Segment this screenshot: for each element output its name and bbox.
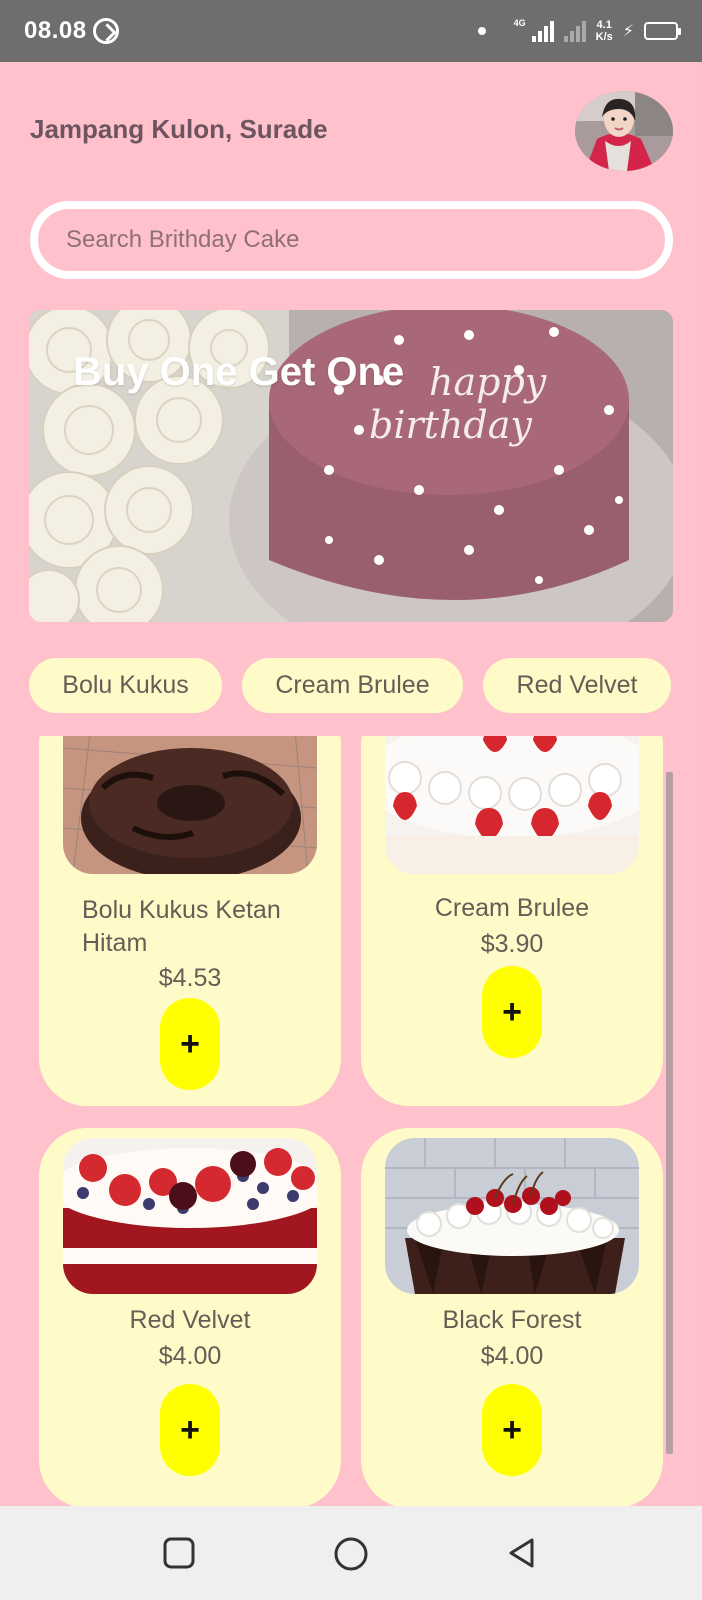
add-to-cart-button[interactable]: +	[160, 998, 220, 1090]
promo-banner[interactable]: happy birthday Buy One Get One	[29, 310, 673, 622]
product-price: $4.00	[158, 1342, 222, 1370]
product-image-cream-brulee	[385, 736, 639, 874]
add-to-cart-button[interactable]: +	[482, 1384, 542, 1476]
product-image-red-velvet	[63, 1138, 317, 1294]
location-label[interactable]: Jampang Kulon, Surade	[30, 114, 328, 145]
product-name: Red Velvet	[129, 1306, 251, 1334]
scrollbar[interactable]	[666, 772, 673, 1454]
status-time: 08.08	[24, 17, 87, 44]
system-navigation-bar	[0, 1506, 702, 1600]
search-bar[interactable]	[30, 201, 673, 279]
add-to-cart-button[interactable]: +	[482, 966, 542, 1058]
product-image-bolu-kukus	[63, 736, 317, 874]
status-bar: 08.08 4G 4.1 K/s ⚡	[0, 0, 702, 62]
signal-icon	[531, 20, 554, 42]
product-image-black-forest	[385, 1138, 639, 1294]
product-card-red-velvet[interactable]: Red Velvet $4.00 +	[39, 1128, 341, 1506]
product-price: $3.90	[480, 930, 544, 958]
back-icon[interactable]	[505, 1536, 539, 1570]
category-chip-bolu-kukus[interactable]: Bolu Kukus	[29, 658, 222, 713]
network-type: 4G	[513, 17, 526, 28]
product-card-bolu-kukus[interactable]: Bolu Kukus Ketan Hitam $4.53 +	[39, 736, 341, 1106]
product-card-black-forest[interactable]: Black Forest $4.00 +	[361, 1128, 663, 1506]
status-indicators: 4G 4.1 K/s ⚡	[477, 17, 681, 43]
recent-apps-icon[interactable]	[162, 1536, 196, 1570]
category-chip-cream-brulee[interactable]: Cream Brulee	[242, 658, 463, 713]
product-grid[interactable]: Bolu Kukus Ketan Hitam $4.53 + Cream Bru…	[0, 736, 702, 1506]
banner-title: Buy One Get One	[73, 350, 405, 394]
network-speed-unit: K/s	[595, 31, 613, 43]
avatar[interactable]	[575, 91, 673, 171]
network-speed: 4.1 K/s	[596, 19, 613, 43]
search-input[interactable]	[66, 226, 665, 254]
product-price: $4.00	[480, 1342, 544, 1370]
product-name: Cream Brulee	[434, 894, 590, 922]
cake-inscription-1: happy	[429, 360, 547, 404]
signal-secondary-icon	[563, 20, 586, 42]
notification-dot-icon	[477, 27, 486, 35]
product-price: $4.53	[158, 964, 222, 992]
battery-icon	[644, 22, 681, 40]
product-name: Bolu Kukus Ketan Hitam	[82, 896, 281, 957]
notification-app-icon	[92, 18, 119, 44]
add-to-cart-button[interactable]: +	[160, 1384, 220, 1476]
home-icon[interactable]	[333, 1536, 369, 1572]
product-name: Black Forest	[442, 1306, 582, 1334]
charging-icon: ⚡	[622, 23, 634, 40]
category-chip-red-velvet[interactable]: Red Velvet	[483, 658, 671, 713]
cake-inscription-2: birthday	[369, 403, 532, 447]
product-card-cream-brulee[interactable]: Cream Brulee $3.90 +	[361, 736, 663, 1106]
network-speed-value: 4.1	[596, 19, 612, 31]
